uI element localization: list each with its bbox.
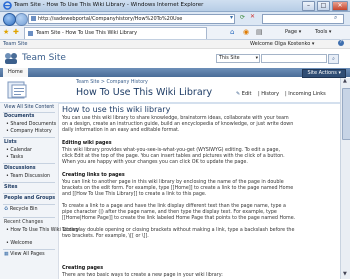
tab-home[interactable]: Home: [3, 68, 28, 77]
breadcrumb[interactable]: Team Site > Company History: [76, 80, 148, 85]
stop-icon[interactable]: ✕: [250, 13, 255, 20]
close-button[interactable]: ✕: [332, 1, 348, 11]
recycle-bin-icon: ♻: [4, 207, 9, 212]
vertical-scrollbar[interactable]: ▲ ▼: [340, 78, 350, 279]
scroll-down-icon[interactable]: ▼: [343, 271, 347, 277]
edit-icon: ✎: [236, 91, 241, 97]
view-all-content-link[interactable]: View All Site Content: [4, 105, 54, 110]
nav-heading-recent-changes: Recent Changes: [4, 220, 43, 225]
wiki-content: How to use this wiki library You can use…: [62, 103, 340, 279]
address-input[interactable]: http://sadewebportal/Companyhistory/How%…: [28, 14, 235, 24]
creating-line-3: and [[How To Use This Library]] to creat…: [62, 192, 207, 197]
top-nav-bar: Home Site Actions ▾: [0, 68, 350, 78]
divider: [3, 193, 55, 194]
recycle-bin-link[interactable]: ♻ Recycle Bin: [4, 207, 38, 212]
help-icon[interactable]: ?: [338, 40, 344, 46]
search-input[interactable]: [262, 14, 344, 24]
feeds-icon[interactable]: ◉: [243, 28, 249, 37]
nav-heading-people[interactable]: People and Groups: [4, 196, 55, 201]
divider: [3, 182, 55, 183]
tab-label: Team Site - How To Use This Wiki Library: [36, 30, 138, 36]
nav-item-shared-documents[interactable]: • Shared Documents: [6, 122, 56, 127]
page-icon: [31, 16, 36, 21]
command-bar: ★ ✚ Team Site - How To Use This Wiki Lib…: [0, 26, 350, 40]
welcome-menu[interactable]: Welcome Olga Kostenko ▾: [250, 41, 314, 47]
nav-item-company-history[interactable]: • Company History: [6, 129, 52, 134]
bracket-line-2: two brackets. For example, \[[ or \]].: [62, 234, 149, 239]
divider: [3, 249, 55, 250]
go-icon[interactable]: ▾: [230, 14, 233, 21]
creating-pages-heading: Creating pages: [62, 266, 104, 271]
nav-heading-lists[interactable]: Lists: [4, 140, 17, 145]
address-bar-row: http://sadewebportal/Companyhistory/How%…: [0, 12, 350, 26]
site-search-go-icon[interactable]: ⌕: [328, 54, 339, 64]
link-text-line-3: [[Home|Home Page]] to create the link la…: [62, 216, 296, 221]
nav-item-tasks[interactable]: • Tasks: [6, 155, 23, 160]
view-all-pages-link[interactable]: ▦ View All Pages: [4, 252, 45, 257]
page-title: How To Use This Wiki Library: [76, 87, 213, 98]
site-logo-icon: [4, 52, 18, 65]
ie-icon: [3, 1, 12, 10]
history-button[interactable]: | History: [258, 91, 279, 97]
minimize-button[interactable]: –: [302, 1, 315, 11]
editing-heading: Editing wiki pages: [62, 141, 112, 146]
pages-icon: ▦: [4, 252, 9, 257]
divider: [3, 204, 55, 205]
site-actions-menu[interactable]: Site Actions ▾: [302, 69, 346, 78]
nav-heading-discussions[interactable]: Discussions: [4, 166, 36, 171]
print-icon[interactable]: ▤: [256, 28, 263, 37]
global-breadcrumb[interactable]: Team Site: [3, 41, 27, 47]
nav-item-calendar[interactable]: • Calendar: [6, 148, 32, 153]
creating-links-heading: Creating links to pages: [62, 173, 125, 178]
scroll-up-icon[interactable]: ▲: [343, 78, 347, 84]
wiki-page-icon: [6, 81, 46, 99]
address-text: http://sadewebportal/Companyhistory/How%…: [38, 16, 183, 22]
tools-menu[interactable]: Tools ▾: [315, 28, 331, 37]
sharepoint-global-bar: Team Site Welcome Olga Kostenko ▾ ?: [0, 40, 350, 49]
nav-heading-documents[interactable]: Documents: [4, 114, 34, 119]
refresh-icon[interactable]: ⟳: [240, 14, 245, 21]
site-title[interactable]: Team Site: [22, 53, 66, 63]
add-favorites-icon[interactable]: ✚: [13, 28, 19, 36]
window-title-bar: Team Site - How To Use This Wiki Library…: [0, 0, 350, 12]
forward-button[interactable]: [15, 13, 28, 26]
page-title-area: Team Site > Company History How To Use T…: [0, 78, 350, 104]
search-scope-select[interactable]: This Site ▾: [216, 54, 260, 63]
divider: [3, 112, 55, 113]
content-title: How to use this wiki library: [62, 105, 171, 114]
maximize-button[interactable]: □: [317, 1, 330, 11]
page-menu[interactable]: Page ▾: [285, 28, 301, 37]
browser-tab[interactable]: Team Site - How To Use This Wiki Library: [24, 27, 207, 39]
intro-line-3: daily information in an easy and editabl…: [62, 128, 180, 133]
creating-pages-line-1: There are two basic ways to create a new…: [62, 273, 223, 278]
divider: [3, 163, 55, 164]
site-header: Team Site This Site ▾ ⌕: [0, 49, 350, 68]
nav-heading-sites[interactable]: Sites: [4, 185, 18, 190]
site-search-input[interactable]: [261, 54, 327, 63]
nav-item-team-discussion[interactable]: • Team Discussion: [6, 174, 50, 179]
divider: [3, 137, 55, 138]
divider: [3, 217, 55, 218]
edit-button[interactable]: ✎ Edit: [236, 91, 251, 97]
tab-page-icon: [28, 31, 33, 36]
scroll-thumb[interactable]: [342, 88, 350, 140]
recent-item-welcome[interactable]: • Welcome: [6, 241, 32, 246]
incoming-links-button[interactable]: | Incoming Links: [285, 91, 326, 97]
home-icon[interactable]: ⌂: [230, 28, 234, 37]
editing-line-3: When you are happy with your changes you…: [62, 160, 248, 165]
search-icon[interactable]: ⌕: [334, 14, 337, 22]
favorites-star-icon[interactable]: ★: [3, 28, 9, 36]
window-title: Team Site - How To Use This Wiki Library…: [14, 2, 204, 8]
quick-launch: View All Site Content Documents • Shared…: [0, 103, 79, 279]
